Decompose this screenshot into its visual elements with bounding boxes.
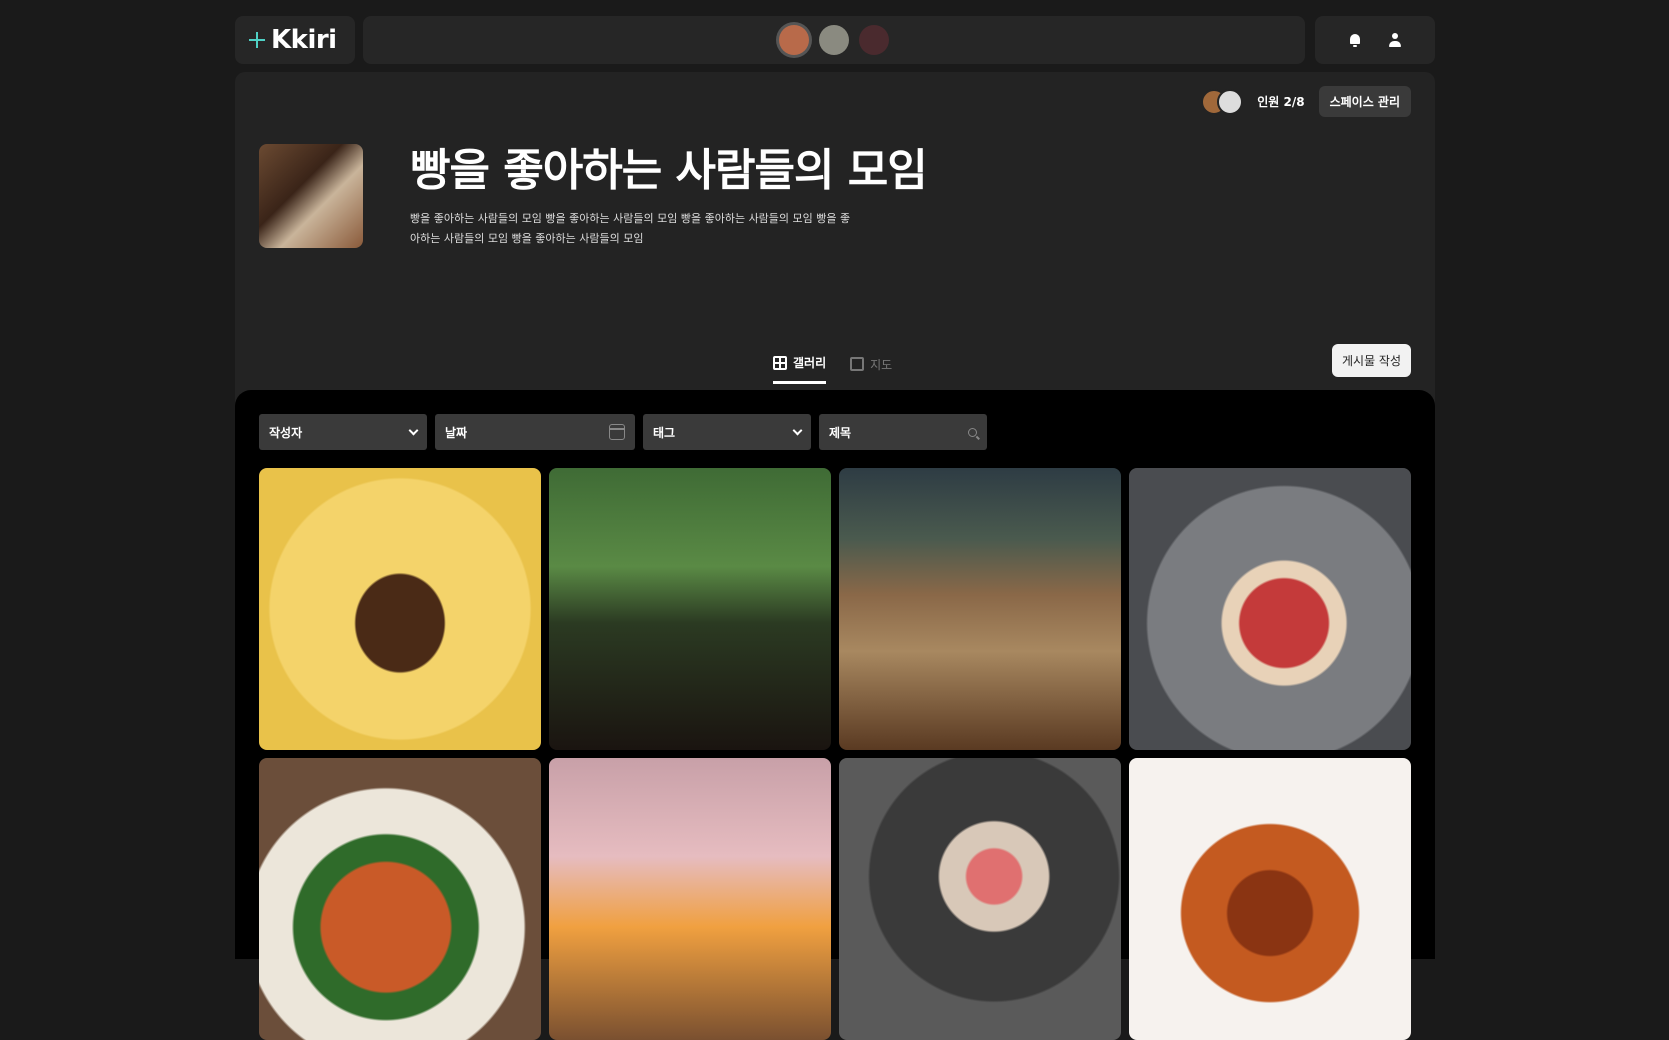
gallery-tile[interactable] <box>1129 758 1411 1040</box>
tag-filter-label: 태그 <box>653 425 676 440</box>
tab-map-label: 지도 <box>870 357 893 372</box>
calendar-icon <box>609 424 625 440</box>
avatar <box>1217 88 1244 115</box>
map-icon <box>850 357 865 371</box>
gallery-tile[interactable] <box>549 468 831 750</box>
space-avatar-3[interactable] <box>859 25 889 55</box>
title-search-input[interactable]: 제목 <box>819 414 987 450</box>
logo[interactable]: Kkiri <box>235 16 355 64</box>
tab-gallery[interactable]: 갤러리 <box>773 354 827 384</box>
user-icon[interactable] <box>1388 33 1402 47</box>
tab-gallery-label: 갤러리 <box>793 356 827 370</box>
tab-map[interactable]: 지도 <box>850 354 892 384</box>
tag-filter[interactable]: 태그 <box>643 414 811 450</box>
date-filter[interactable]: 날짜 <box>435 414 635 450</box>
author-filter-label: 작성자 <box>269 425 303 440</box>
view-tabs: 갤러리 지도 <box>773 354 892 384</box>
grid-icon <box>773 355 787 370</box>
space-avatar-2[interactable] <box>819 25 849 55</box>
gallery-tile[interactable] <box>1129 468 1411 750</box>
members-area: 인원 2/8 스페이스 관리 <box>1201 86 1411 117</box>
top-navigation: Kkiri <box>235 16 1435 64</box>
space-switcher <box>363 16 1305 64</box>
gallery-tile[interactable] <box>549 758 831 1040</box>
write-post-button[interactable]: 게시물 작성 <box>1331 344 1411 377</box>
space-panel: 인원 2/8 스페이스 관리 빵을 좋아하는 사람들의 모임 빵을 좋아하는 사… <box>235 72 1435 1040</box>
gallery-tile[interactable] <box>839 758 1121 1040</box>
photo-grid <box>259 468 1411 1040</box>
header-actions <box>1315 16 1435 64</box>
member-count: 인원 2/8 <box>1257 95 1305 109</box>
manage-space-button[interactable]: 스페이스 관리 <box>1318 86 1411 117</box>
member-avatars[interactable] <box>1201 88 1244 115</box>
bell-icon[interactable] <box>1348 33 1362 47</box>
gallery-content: 작성자 날짜 태그 제목 <box>235 390 1435 1040</box>
space-description: 빵을 좋아하는 사람들의 모임 빵을 좋아하는 사람들의 모임 빵을 좋아하는 … <box>410 212 851 245</box>
title-search-label: 제목 <box>829 425 852 440</box>
author-filter[interactable]: 작성자 <box>259 414 427 450</box>
space-avatar-1[interactable] <box>779 25 809 55</box>
space-title: 빵을 좋아하는 사람들의 모임 <box>410 145 928 196</box>
chevron-down-icon <box>792 425 803 435</box>
gallery-tile[interactable] <box>839 468 1121 750</box>
logo-text: Kkiri <box>271 25 337 55</box>
chevron-down-icon <box>408 425 419 435</box>
gallery-tile[interactable] <box>259 758 541 1040</box>
sparkle-icon <box>249 32 265 48</box>
space-thumbnail <box>259 144 363 248</box>
search-icon <box>968 427 977 437</box>
filter-bar: 작성자 날짜 태그 제목 <box>259 414 987 450</box>
gallery-tile[interactable] <box>259 468 541 750</box>
date-filter-label: 날짜 <box>445 425 468 440</box>
